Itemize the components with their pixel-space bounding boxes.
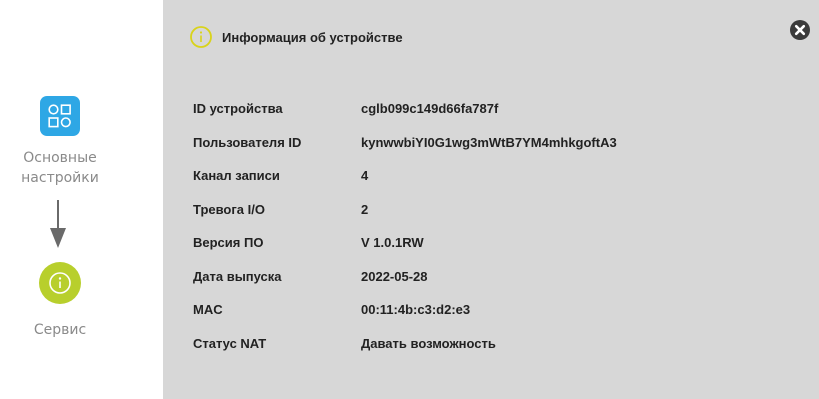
step-service[interactable]: Сервис [0,262,125,340]
step-service-label: Сервис [33,322,87,338]
info-label: Версия ПО [193,235,264,251]
step-basic-settings-label: Основные настройки [21,150,99,186]
info-value: Давать возможность [361,335,496,351]
info-row-release-date: Дата выпуска 2022-05-28 [193,260,617,294]
info-label: Канал записи [193,168,280,184]
info-row-firmware-version: Версия ПО V 1.0.1RW [193,226,617,260]
info-row-nat-status: Статус NAT Давать возможность [193,327,617,361]
info-value: kynwwbiYI0G1wg3mWtB7YM4mhkgoftA3 [361,134,617,150]
info-label: ID устройства [193,101,283,117]
step-basic-settings[interactable]: Основные настройки [0,96,125,188]
info-label: Пользователя ID [193,134,302,150]
info-value: 4 [361,168,369,184]
info-label: Статус NAT [193,335,267,351]
info-row-record-channel: Канал записи 4 [193,159,617,193]
info-label: MAC [193,302,223,318]
info-value: V 1.0.1RW [361,235,424,251]
info-label: Дата выпуска [193,268,282,284]
arrow-down-icon [50,200,66,248]
info-value: cglb099c149d66fa787f [361,101,499,117]
info-row-alarm-io: Тревога I/O 2 [193,193,617,227]
close-icon [794,24,806,36]
close-button[interactable] [790,20,810,40]
panel-header: Информация об устройстве [189,25,403,49]
info-value: 00:11:4b:c3:d2:e3 [361,302,471,318]
info-icon [190,26,212,48]
device-info-table: ID устройства cglb099c149d66fa787f Польз… [193,92,617,360]
device-info-panel: Информация об устройстве ID устройства c… [163,0,819,399]
info-icon[interactable] [39,262,81,304]
panel-title: Информация об устройстве [222,29,403,45]
info-value: 2 [361,201,369,217]
info-row-user-id: Пользователя ID kynwwbiYI0G1wg3mWtB7YM4m… [193,126,617,160]
info-value: 2022-05-28 [361,268,428,284]
info-row-mac: MAC 00:11:4b:c3:d2:e3 [193,293,617,327]
info-row-device-id: ID устройства cglb099c149d66fa787f [193,92,617,126]
grid-settings-icon[interactable] [40,96,80,136]
info-label: Тревога I/O [193,201,265,217]
